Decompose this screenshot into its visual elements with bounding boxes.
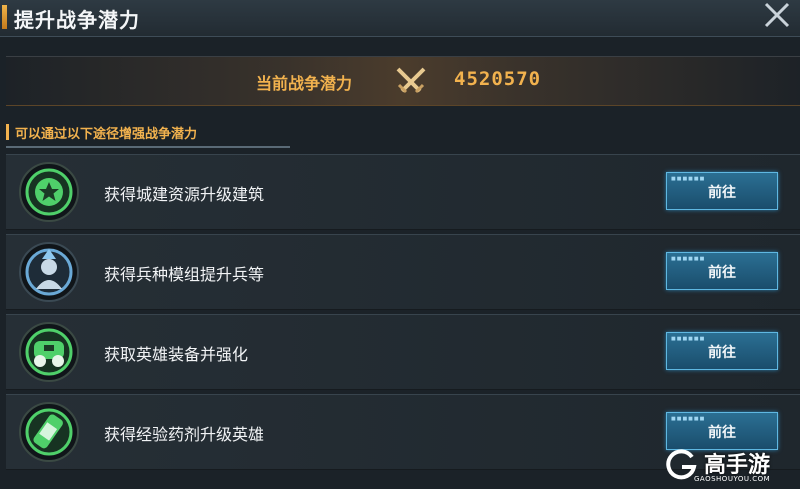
go-button-label: 前往 xyxy=(708,345,736,361)
war-potential-banner: 当前战争潜力 4520570 xyxy=(6,56,800,106)
row-text: 获得经验药剂升级英雄 xyxy=(104,425,265,444)
go-button-label: 前往 xyxy=(708,265,736,281)
close-button[interactable] xyxy=(754,0,800,30)
title-accent xyxy=(2,5,7,29)
hero-equipment-icon xyxy=(19,322,79,382)
close-icon xyxy=(764,2,790,28)
go-button[interactable]: ■■■■■■ 前往 xyxy=(666,172,778,210)
war-potential-value: 4520570 xyxy=(454,68,542,90)
section-accent xyxy=(6,124,9,140)
go-button-label: 前往 xyxy=(708,425,736,441)
watermark-logo-icon xyxy=(666,449,697,480)
title-bar: 提升战争潜力 xyxy=(0,0,800,37)
go-button[interactable]: ■■■■■■ 前往 xyxy=(666,252,778,290)
watermark: 高手游 GAOSHOUYOU.COM xyxy=(664,445,794,485)
crossed-swords-icon xyxy=(396,67,426,94)
list-item: 获得城建资源升级建筑 ■■■■■■ 前往 xyxy=(6,154,800,230)
war-potential-label: 当前战争潜力 xyxy=(256,74,353,93)
go-button[interactable]: ■■■■■■ 前往 xyxy=(666,332,778,370)
go-button-label: 前往 xyxy=(708,185,736,201)
list-item: 获取英雄装备并强化 ■■■■■■ 前往 xyxy=(6,314,800,390)
row-text: 获得兵种模组提升兵等 xyxy=(104,265,265,284)
section-title: 可以通过以下途径增强战争潜力 xyxy=(15,127,198,142)
list-item: 获得兵种模组提升兵等 ■■■■■■ 前往 xyxy=(6,234,800,310)
row-text: 获取英雄装备并强化 xyxy=(104,345,249,364)
soldier-upgrade-icon xyxy=(19,242,79,302)
watermark-url: GAOSHOUYOU.COM xyxy=(694,475,771,483)
city-star-icon xyxy=(19,162,79,222)
page-title: 提升战争潜力 xyxy=(14,8,140,32)
exp-potion-icon xyxy=(19,402,79,462)
row-text: 获得城建资源升级建筑 xyxy=(104,185,265,204)
section-header: 可以通过以下途径增强战争潜力 xyxy=(6,120,290,148)
